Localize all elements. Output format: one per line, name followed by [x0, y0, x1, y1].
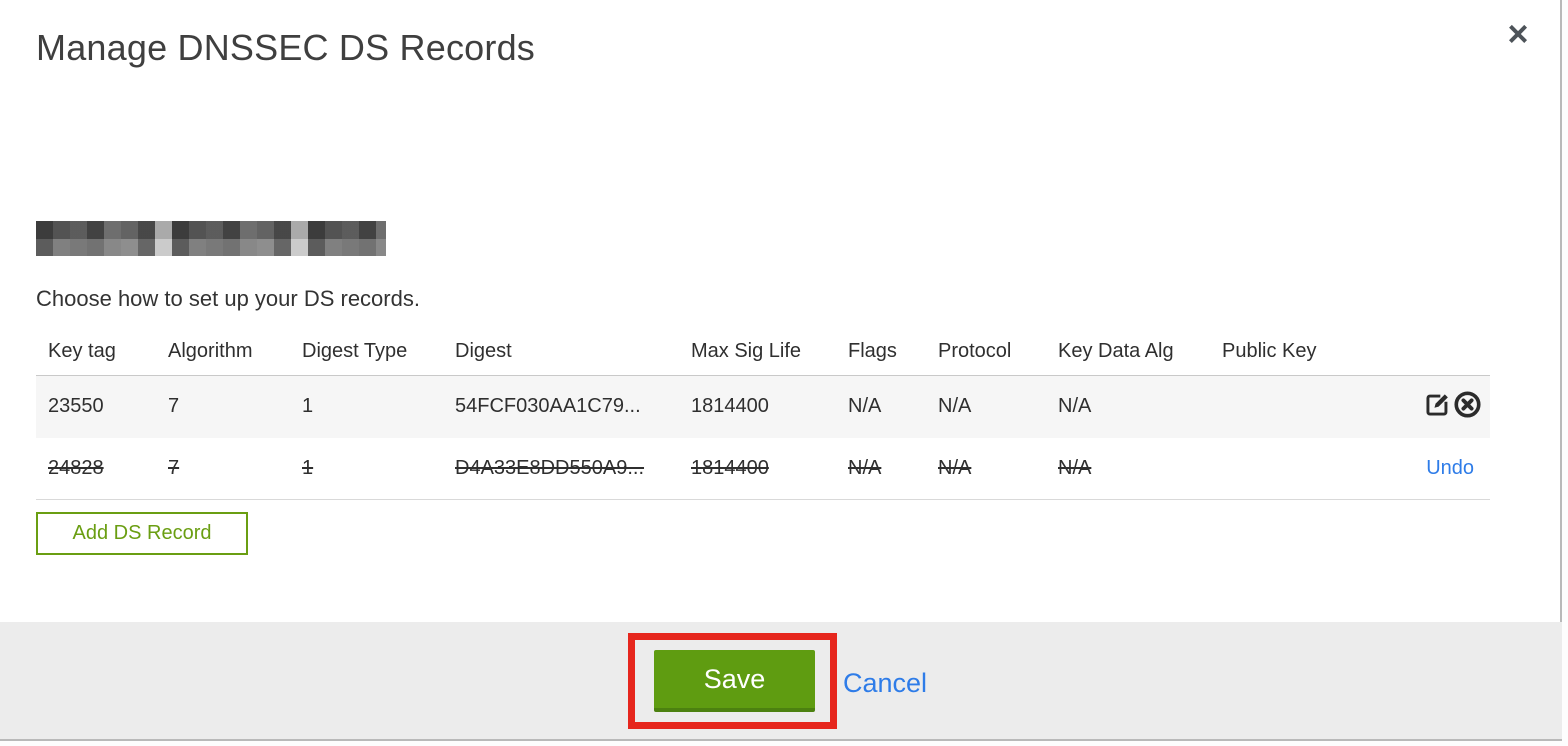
- col-header-protocol: Protocol: [926, 330, 1046, 376]
- col-header-digest: Digest: [443, 330, 679, 376]
- instruction-text: Choose how to set up your DS records.: [36, 286, 420, 311]
- col-header-actions: [1350, 330, 1490, 376]
- cell-public-key: [1210, 437, 1350, 500]
- manage-dnssec-modal: Manage DNSSEC DS Records × Choose how to…: [0, 0, 1562, 741]
- cell-key-tag: 24828: [36, 437, 156, 500]
- cell-protocol: N/A: [926, 375, 1046, 438]
- ds-records-table: Key tag Algorithm Digest Type Digest Max…: [36, 330, 1490, 500]
- col-header-key-data-alg: Key Data Alg: [1046, 330, 1210, 376]
- cell-max-sig-life: 1814400: [679, 375, 836, 438]
- cell-digest: D4A33E8DD550A9...: [443, 437, 679, 500]
- table-row: 24828 7 1 D4A33E8DD550A9... 1814400 N/A …: [36, 437, 1490, 500]
- close-icon[interactable]: ×: [1498, 14, 1538, 54]
- cell-flags: N/A: [836, 437, 926, 500]
- cell-protocol: N/A: [926, 437, 1046, 500]
- table-header-row: Key tag Algorithm Digest Type Digest Max…: [36, 330, 1490, 376]
- cell-digest-type: 1: [290, 375, 443, 438]
- table-row: 23550 7 1 54FCF030AA1C79... 1814400 N/A …: [36, 375, 1490, 438]
- col-header-flags: Flags: [836, 330, 926, 376]
- cell-digest-type: 1: [290, 437, 443, 500]
- cell-actions: Undo: [1350, 437, 1490, 500]
- cell-key-tag: 23550: [36, 375, 156, 438]
- cell-max-sig-life: 1814400: [679, 437, 836, 500]
- col-header-public-key: Public Key: [1210, 330, 1350, 376]
- edit-icon[interactable]: [1424, 391, 1451, 418]
- col-header-max-sig-life: Max Sig Life: [679, 330, 836, 376]
- cell-key-data-alg: N/A: [1046, 437, 1210, 500]
- cancel-link[interactable]: Cancel: [843, 668, 927, 699]
- col-header-algorithm: Algorithm: [156, 330, 290, 376]
- redacted-domain-name: [36, 221, 386, 256]
- cell-digest: 54FCF030AA1C79...: [443, 375, 679, 438]
- cell-key-data-alg: N/A: [1046, 375, 1210, 438]
- col-header-key-tag: Key tag: [36, 330, 156, 376]
- cell-algorithm: 7: [156, 375, 290, 438]
- screenshot-frame: Manage DNSSEC DS Records × Choose how to…: [0, 0, 1568, 746]
- add-ds-record-button[interactable]: Add DS Record: [36, 512, 248, 555]
- col-header-digest-type: Digest Type: [290, 330, 443, 376]
- cell-algorithm: 7: [156, 437, 290, 500]
- delete-icon[interactable]: [1453, 390, 1482, 419]
- undo-link[interactable]: Undo: [1426, 457, 1482, 479]
- row-action-icons: [1424, 390, 1482, 419]
- save-button[interactable]: Save: [654, 650, 815, 712]
- cell-flags: N/A: [836, 375, 926, 438]
- cell-actions: [1350, 375, 1490, 438]
- cell-public-key: [1210, 375, 1350, 438]
- page-title: Manage DNSSEC DS Records: [36, 27, 535, 68]
